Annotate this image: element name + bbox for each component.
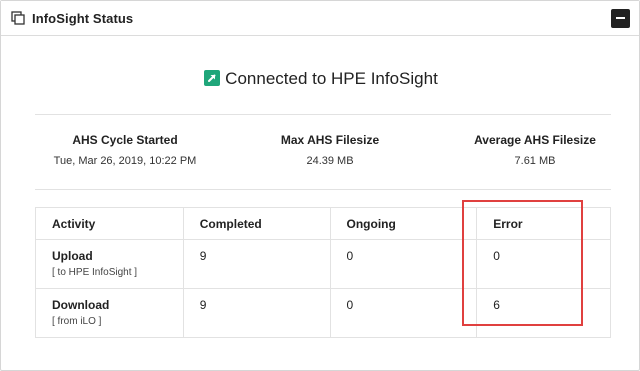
copy-icon (11, 11, 25, 25)
column-header-error: Error (476, 207, 611, 240)
divider (35, 114, 611, 115)
error-cell: 6 (476, 288, 611, 338)
table-row: Upload [ to HPE InfoSight ] 9 0 0 (35, 239, 611, 289)
stat-value: Tue, Mar 26, 2019, 10:22 PM (53, 155, 197, 167)
ongoing-cell: 0 (329, 288, 478, 338)
external-link-arrow-icon (204, 70, 221, 86)
table-header-row: Activity Completed Ongoing Error (35, 207, 611, 240)
panel-title: InfoSight Status (32, 11, 134, 26)
stat-max-ahs-filesize: Max AHS Filesize 24.39 MB (257, 133, 403, 167)
stat-value: 24.39 MB (306, 155, 354, 167)
error-cell: 0 (476, 239, 611, 289)
activity-name: Download (52, 298, 110, 312)
column-header-activity: Activity (35, 207, 184, 240)
connection-status-text: Connected to HPE InfoSight (225, 69, 438, 88)
column-header-completed: Completed (182, 207, 331, 240)
table-row: Download [ from iLO ] 9 0 6 (35, 288, 611, 338)
connection-status: Connected to HPE InfoSight (1, 69, 640, 89)
activity-detail: [ to HPE InfoSight ] (52, 267, 138, 278)
stat-ahs-cycle-started: AHS Cycle Started Tue, Mar 26, 2019, 10:… (38, 133, 212, 167)
divider (35, 189, 611, 190)
infosight-status-panel: InfoSight Status Connected to HPE InfoSi… (0, 0, 640, 371)
stat-value: 7.61 MB (514, 155, 556, 167)
activity-table: Activity Completed Ongoing Error Upload … (35, 207, 611, 338)
ongoing-cell: 0 (329, 239, 478, 289)
panel-header: InfoSight Status (1, 1, 639, 36)
activity-name: Upload (52, 249, 93, 263)
completed-cell: 9 (182, 288, 331, 338)
stat-label: Max AHS Filesize (280, 133, 380, 147)
stat-label: AHS Cycle Started (72, 133, 178, 147)
minus-icon (616, 17, 625, 19)
column-header-ongoing: Ongoing (329, 207, 478, 240)
collapse-button[interactable] (611, 9, 630, 28)
stat-average-ahs-filesize: Average AHS Filesize 7.61 MB (463, 133, 607, 167)
activity-detail: [ from iLO ] (52, 316, 102, 327)
completed-cell: 9 (182, 239, 331, 289)
stat-label: Average AHS Filesize (474, 133, 596, 147)
activity-cell: Download [ from iLO ] (35, 288, 184, 338)
activity-cell: Upload [ to HPE InfoSight ] (35, 239, 184, 289)
